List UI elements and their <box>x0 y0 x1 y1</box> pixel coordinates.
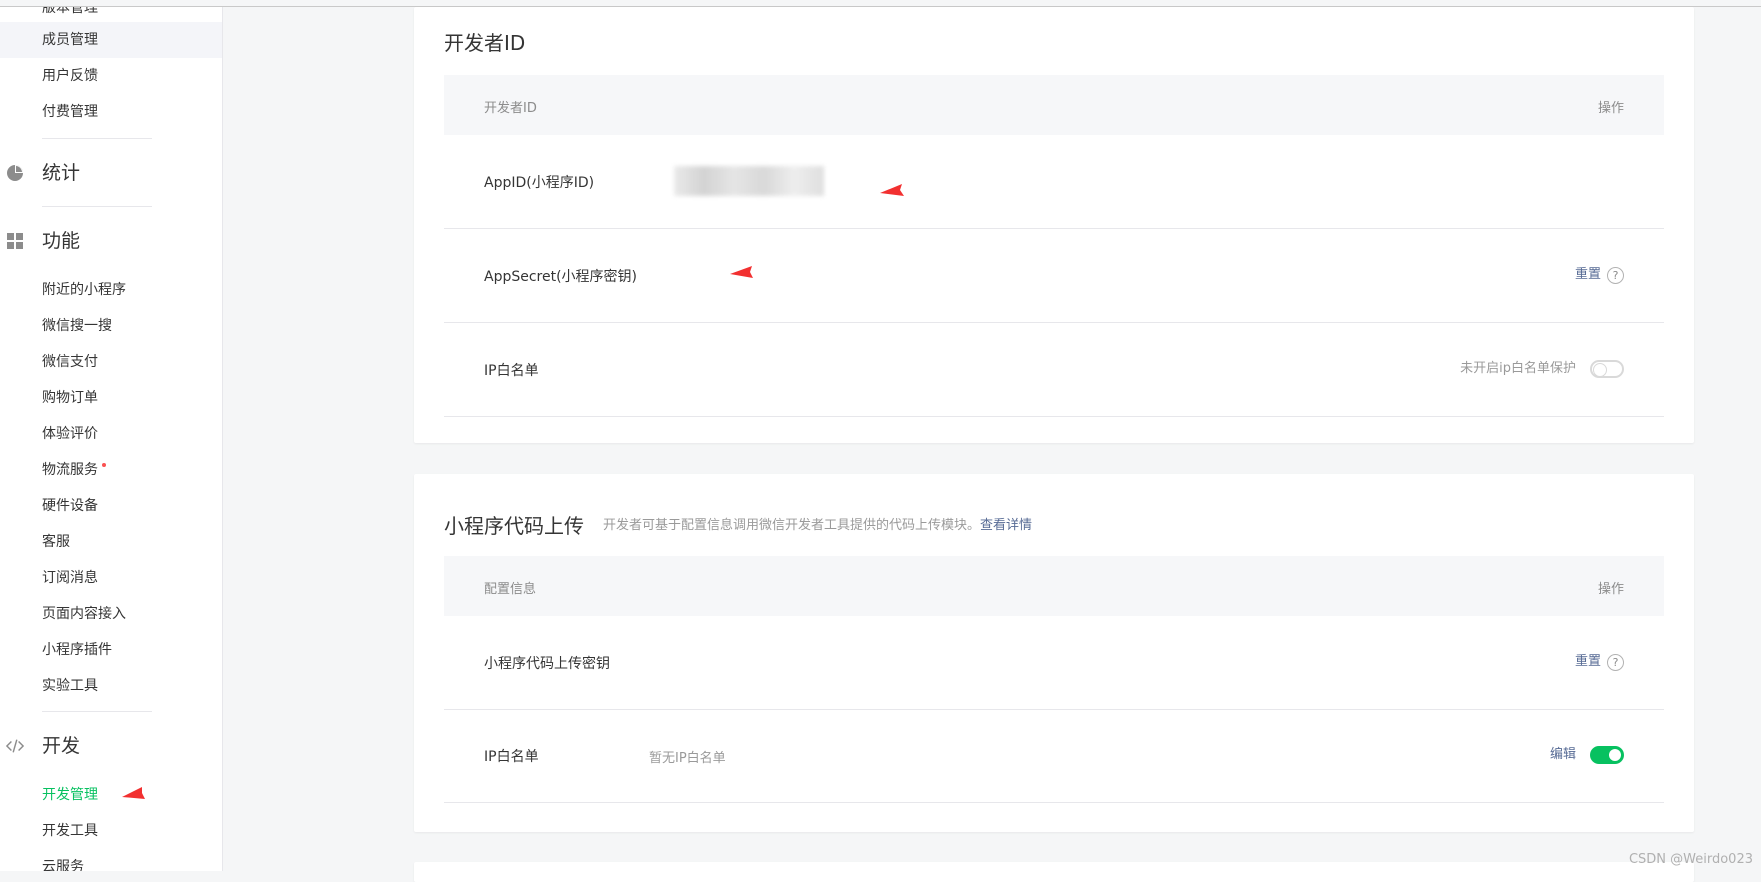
annotation-arrows <box>0 0 1761 871</box>
arrow-to-dev-management <box>122 775 268 799</box>
watermark: CSDN @Weirdo023 <box>1629 852 1753 867</box>
arrow-to-appid <box>880 181 1020 196</box>
arrow-to-appsecret <box>730 266 895 278</box>
